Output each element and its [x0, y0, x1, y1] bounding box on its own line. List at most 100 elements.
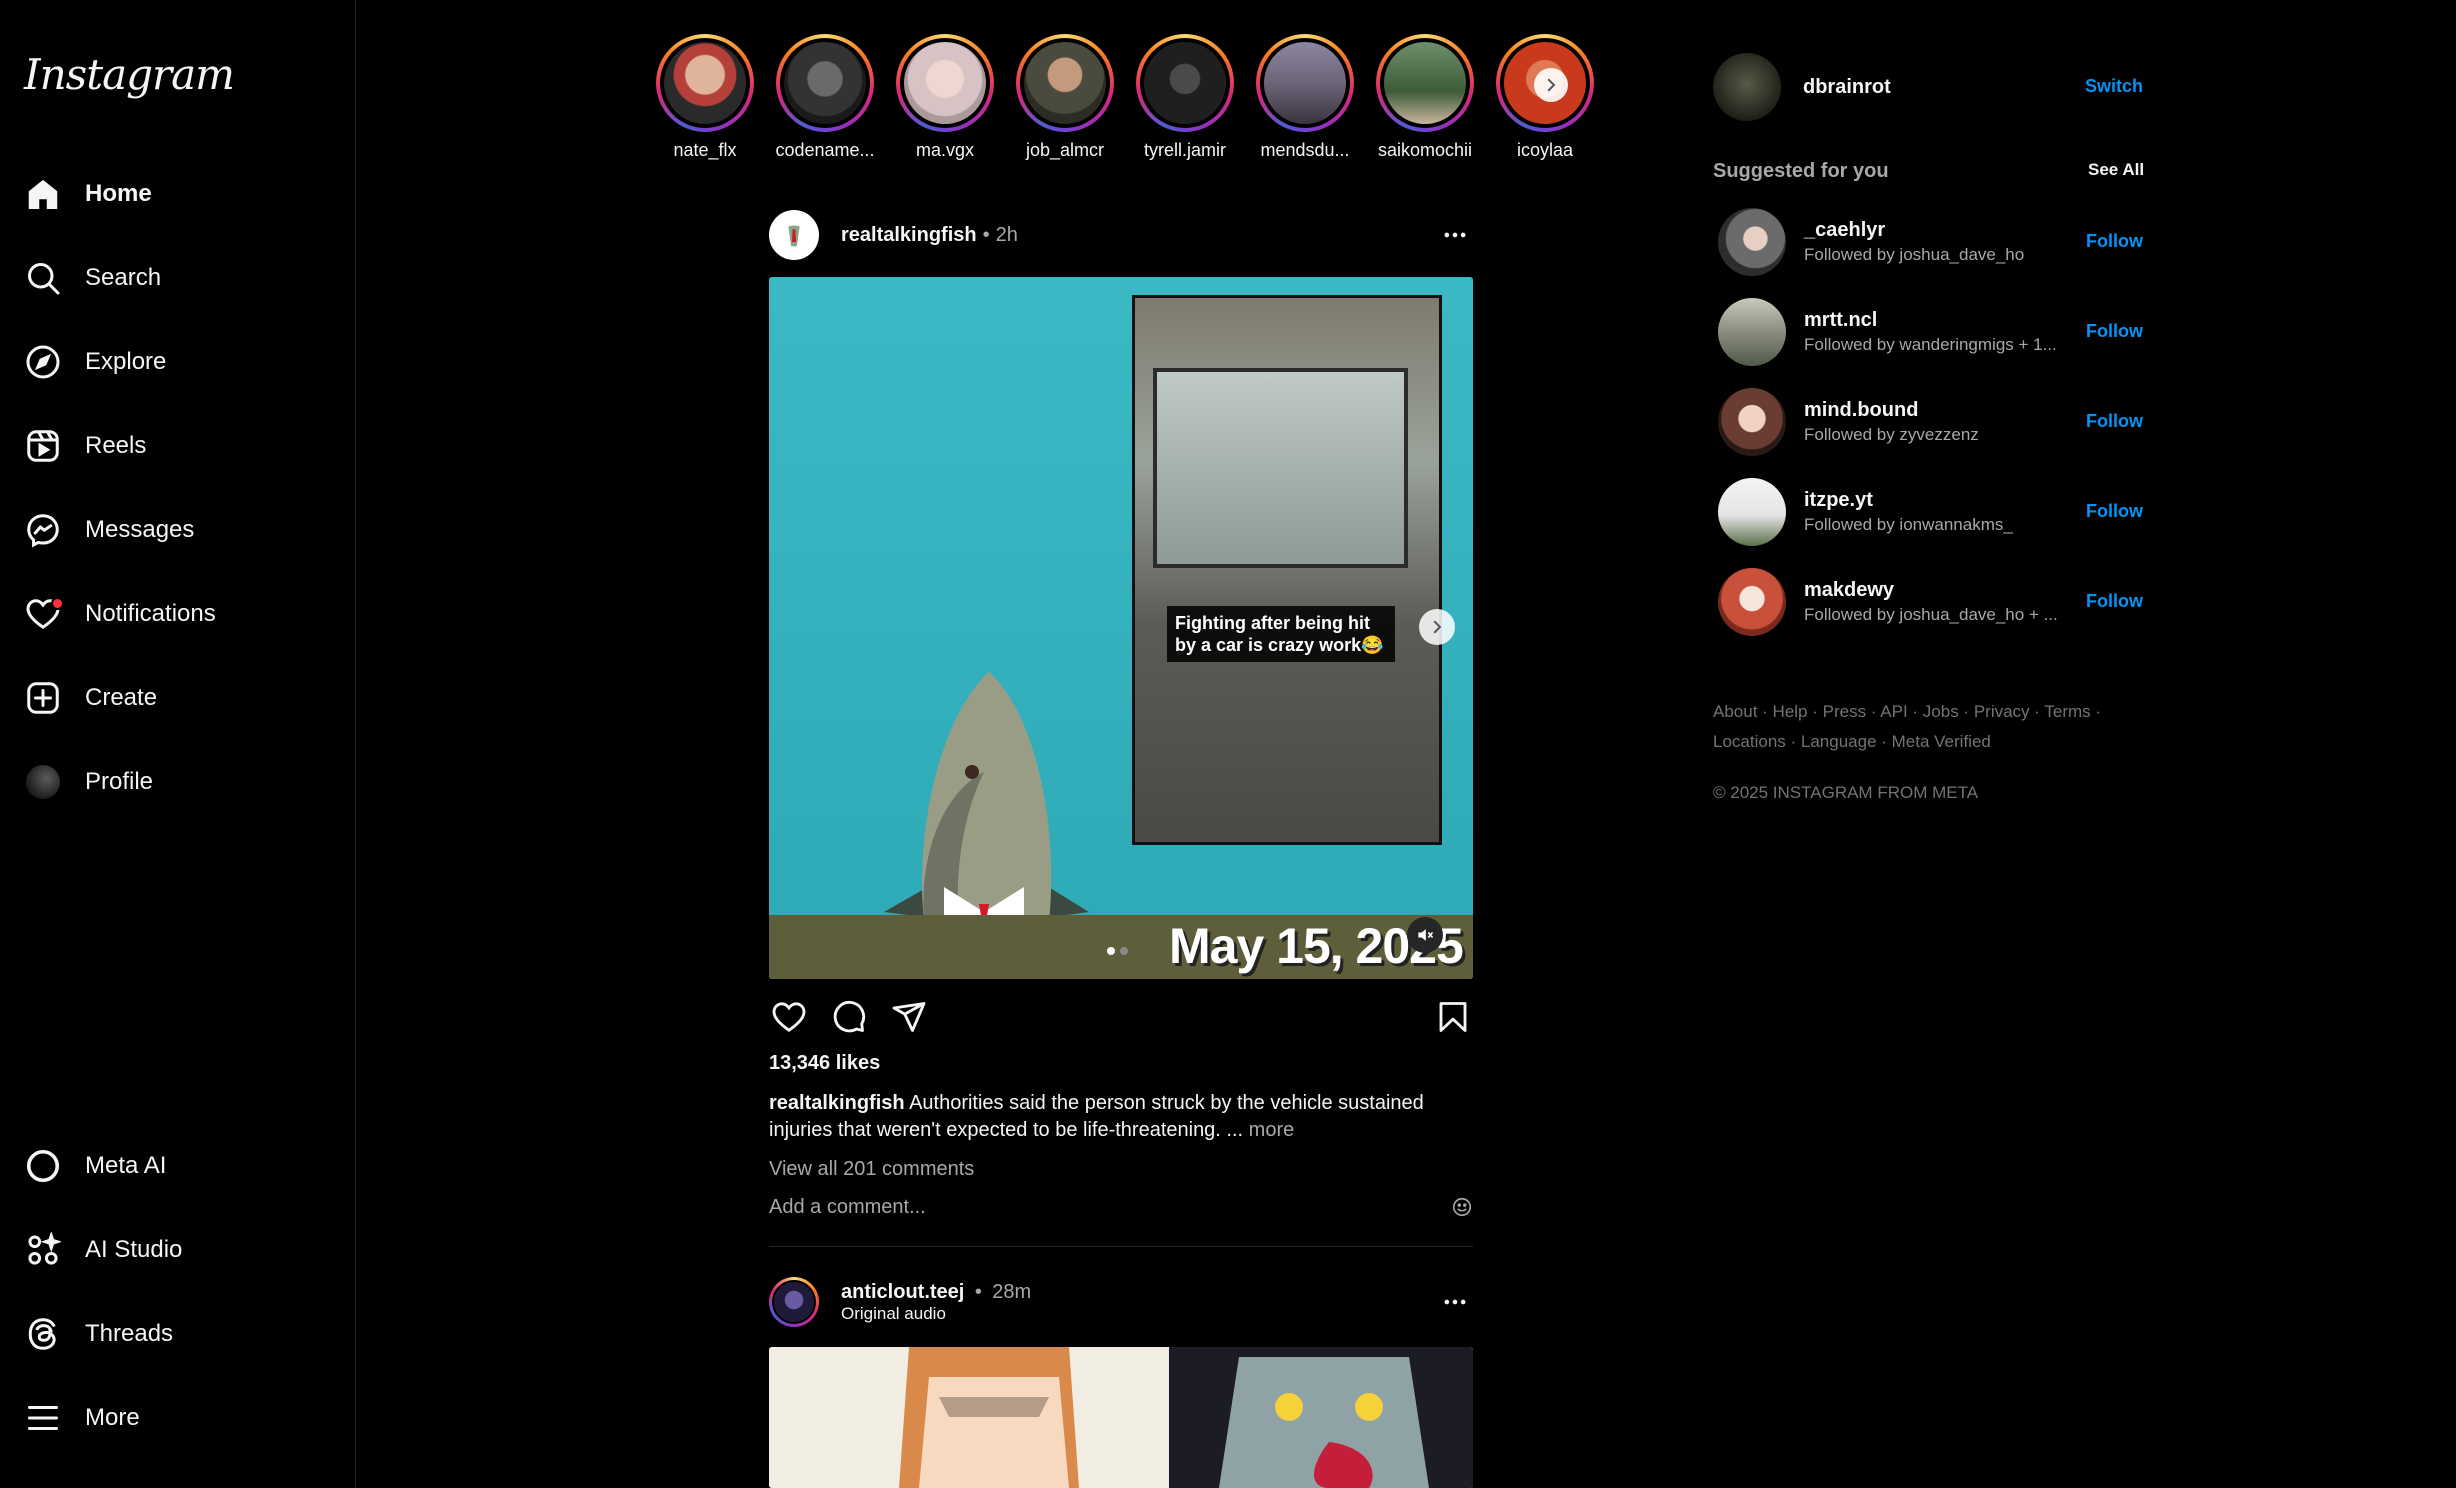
story-avatar	[1144, 42, 1226, 124]
current-username[interactable]: dbrainrot	[1803, 76, 1891, 99]
footer-link-privacy[interactable]: Privacy	[1974, 702, 2030, 721]
sidebar-item-reels[interactable]: Reels	[24, 418, 146, 474]
avatar[interactable]	[1713, 53, 1781, 121]
see-all-link[interactable]: See All	[2088, 160, 2144, 180]
suggestion-subtitle: Followed by zyvezzenz	[1804, 425, 1979, 444]
sidebar-item-messages[interactable]: Messages	[24, 502, 194, 558]
media-next-button[interactable]	[1419, 609, 1455, 645]
post-avatar[interactable]	[769, 1277, 819, 1327]
sidebar-item-profile[interactable]: Profile	[24, 754, 153, 810]
heart-icon	[772, 1002, 806, 1032]
post-time[interactable]: 28m	[992, 1281, 1031, 1303]
suggestion-subtitle: Followed by ionwannakms_	[1804, 515, 2013, 534]
sidebar-item-label: Create	[85, 684, 158, 711]
story-item[interactable]: mendsdu...	[1250, 34, 1360, 161]
post-username[interactable]: anticlout.teej	[841, 1281, 964, 1303]
like-button[interactable]	[769, 997, 809, 1037]
avatar[interactable]	[1718, 478, 1786, 546]
sidebar-item-create[interactable]: Create	[24, 670, 157, 726]
story-item[interactable]: nate_flx	[650, 34, 760, 161]
more-options-button[interactable]	[1439, 1286, 1471, 1318]
video-caption-overlay: Fighting after being hit by a car is cra…	[1167, 606, 1395, 662]
footer-link-help[interactable]: Help	[1773, 702, 1808, 721]
sidebar-item-more[interactable]: More	[24, 1390, 140, 1446]
footer-link-locations[interactable]: Locations	[1713, 732, 1786, 751]
instagram-logo[interactable]: Instagram	[24, 50, 235, 99]
sidebar-item-ai-studio[interactable]: AI Studio	[24, 1222, 182, 1278]
bookmark-icon	[1439, 1002, 1467, 1032]
follow-button[interactable]: Follow	[2086, 231, 2143, 252]
sidebar-item-threads[interactable]: Threads	[24, 1306, 173, 1362]
footer-links: About · Help · Press · API · Jobs · Priv…	[1713, 702, 2102, 751]
avatar[interactable]	[1718, 298, 1786, 366]
comment-button[interactable]	[829, 997, 869, 1037]
share-button[interactable]	[889, 997, 929, 1037]
caption-more-link[interactable]: more	[1249, 1119, 1295, 1141]
avatar[interactable]	[1718, 568, 1786, 636]
likes-count[interactable]: 13,346 likes	[769, 1052, 880, 1075]
avatar[interactable]	[1718, 388, 1786, 456]
footer-link-api[interactable]: API	[1880, 702, 1907, 721]
post-username[interactable]: realtalkingfish	[841, 224, 977, 247]
suggestions-heading: Suggested for you	[1713, 160, 1889, 182]
sidebar-item-notifications[interactable]: Notifications	[24, 586, 216, 642]
story-username: saikomochii	[1377, 140, 1473, 160]
plus-square-icon	[24, 679, 62, 717]
sidebar-item-search[interactable]: Search	[24, 250, 161, 306]
sidebar-item-explore[interactable]: Explore	[24, 334, 166, 390]
sidebar-item-label: Search	[85, 264, 162, 291]
comment-input[interactable]	[769, 1195, 1369, 1219]
anime-artwork	[769, 1347, 1473, 1488]
story-username: nate_flx	[673, 140, 737, 160]
mute-button[interactable]	[1407, 917, 1443, 953]
separator-dot: •	[974, 1280, 982, 1303]
suggestion-username[interactable]: _caehlyr	[1804, 219, 2024, 242]
footer-link-terms[interactable]: Terms	[2044, 702, 2090, 721]
sidebar: Instagram Home Search Explore Reels Mess…	[0, 0, 356, 1488]
footer-link-jobs[interactable]: Jobs	[1923, 702, 1959, 721]
follow-button[interactable]: Follow	[2086, 411, 2143, 432]
suggestion-username[interactable]: mrtt.ncl	[1804, 309, 2057, 332]
fish-character	[884, 672, 1089, 922]
story-username: icoylaa	[1516, 140, 1574, 160]
chevron-right-icon	[1433, 620, 1442, 634]
more-options-button[interactable]	[1439, 219, 1471, 251]
suggestion-username[interactable]: itzpe.yt	[1804, 489, 2013, 512]
story-item[interactable]: job_almcr	[1010, 34, 1120, 161]
story-item[interactable]: codename...	[770, 34, 880, 161]
suggestion-username[interactable]: makdewy	[1804, 579, 2058, 602]
footer-link-press[interactable]: Press	[1823, 702, 1866, 721]
avatar[interactable]	[1718, 208, 1786, 276]
save-button[interactable]	[1433, 997, 1473, 1037]
follow-button[interactable]: Follow	[2086, 591, 2143, 612]
post-avatar[interactable]	[769, 210, 819, 260]
footer-link-about[interactable]: About	[1713, 702, 1757, 721]
sidebar-item-meta-ai[interactable]: Meta AI	[24, 1138, 166, 1194]
footer-link-meta-verified[interactable]: Meta Verified	[1892, 732, 1991, 751]
speaker-muted-icon	[1418, 929, 1434, 941]
stories-next-button[interactable]	[1534, 68, 1568, 102]
caption-username[interactable]: realtalkingfish	[769, 1092, 905, 1114]
switch-account-button[interactable]: Switch	[2085, 76, 2143, 97]
ai-studio-icon	[24, 1231, 62, 1269]
suggestion-username[interactable]: mind.bound	[1804, 399, 1979, 422]
post-audio-label[interactable]: Original audio	[841, 1304, 1031, 1324]
story-username: ma.vgx	[915, 140, 975, 160]
post-header: anticlout.teej • 28m Original audio	[769, 1274, 1473, 1330]
sidebar-item-home[interactable]: Home	[24, 166, 152, 222]
post-time[interactable]: 2h	[996, 224, 1018, 247]
post-media[interactable]: Fighting after being hit by a car is cra…	[769, 277, 1473, 979]
story-item[interactable]: ma.vgx	[890, 34, 1000, 161]
story-avatar	[904, 42, 986, 124]
follow-button[interactable]: Follow	[2086, 321, 2143, 342]
footer-link-language[interactable]: Language	[1801, 732, 1877, 751]
story-item[interactable]: saikomochii	[1370, 34, 1480, 161]
post-media[interactable]	[769, 1347, 1473, 1488]
follow-button[interactable]: Follow	[2086, 501, 2143, 522]
suggestion-item: itzpe.yt Followed by ionwannakms_ Follow	[1718, 477, 2145, 547]
carousel-dot	[1120, 947, 1128, 955]
view-all-comments-link[interactable]: View all 201 comments	[769, 1158, 974, 1181]
add-comment-row	[769, 1192, 1473, 1222]
emoji-icon[interactable]	[1451, 1196, 1473, 1218]
story-item[interactable]: tyrell.jamir	[1130, 34, 1240, 161]
